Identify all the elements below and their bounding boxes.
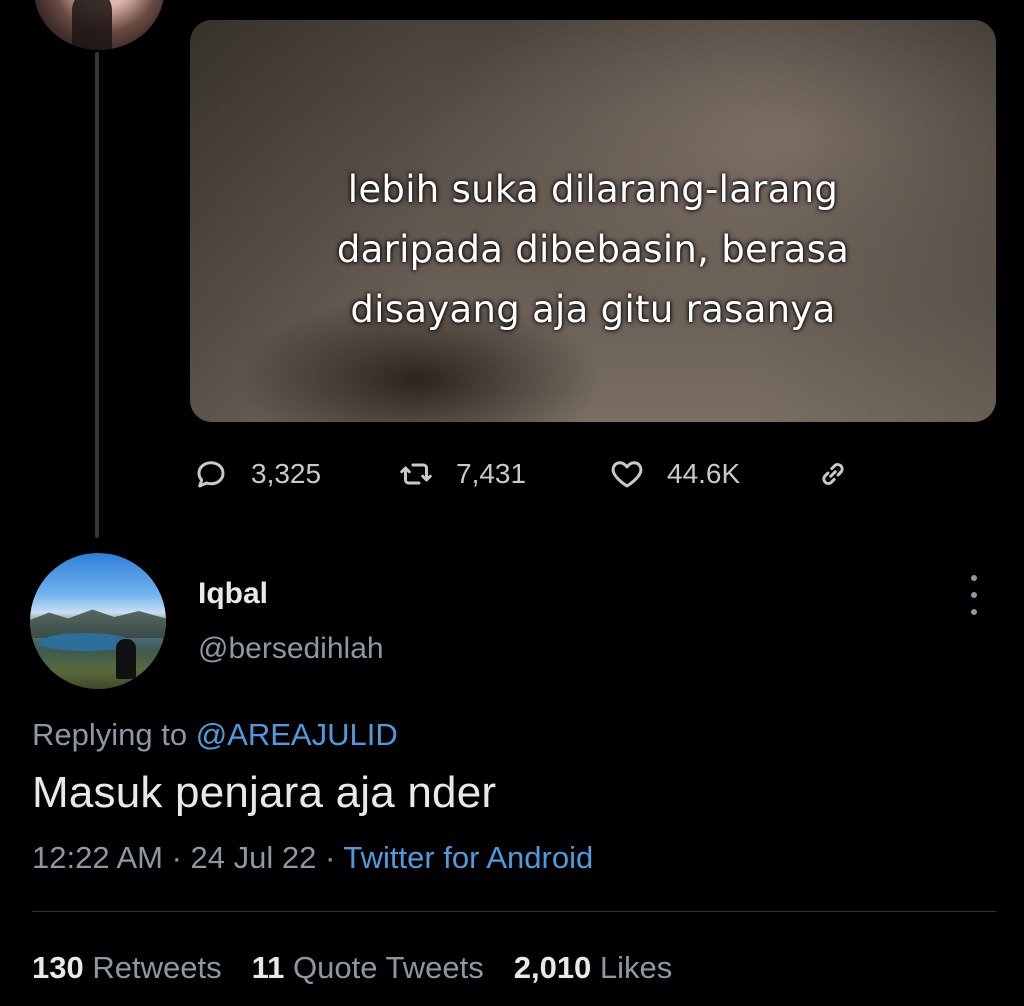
tweet-thread: lebih suka dilarang-larang daripada dibe… bbox=[0, 0, 1024, 1006]
retweets-label: Retweets bbox=[92, 950, 222, 985]
replying-to: Replying to @AREAJULID bbox=[32, 717, 398, 753]
likes-count: 2,010 bbox=[513, 950, 592, 985]
tweet-stats: 130 Retweets 11 Quote Tweets 2,010 Likes bbox=[32, 950, 702, 986]
replying-to-mention[interactable]: @AREAJULID bbox=[196, 717, 398, 752]
more-dot bbox=[971, 592, 977, 598]
retweets-count: 130 bbox=[32, 950, 84, 985]
more-dot bbox=[971, 575, 977, 581]
like-count: 44.6K bbox=[667, 458, 741, 489]
reply-icon bbox=[197, 461, 225, 488]
meta-separator: · bbox=[162, 840, 191, 875]
quotes-count: 11 bbox=[251, 950, 285, 985]
likes-stat[interactable]: 2,010 Likes bbox=[514, 950, 673, 985]
meta-separator: · bbox=[316, 840, 344, 875]
tweet-action-bar: 3,325 7,431 44.6K bbox=[193, 452, 893, 496]
reply-tweet-text: Masuk penjara aja nder bbox=[32, 768, 497, 817]
replying-prefix: Replying to bbox=[32, 717, 196, 752]
media-caption-line: disayang aja gitu rasanya bbox=[350, 288, 836, 331]
reply-author-name[interactable]: Iqbal bbox=[198, 577, 268, 611]
likes-label: Likes bbox=[599, 950, 673, 985]
thread-connector-line bbox=[95, 52, 99, 538]
media-caption: lebih suka dilarang-larang daripada dibe… bbox=[190, 160, 996, 340]
tweet-time[interactable]: 12:22 AM bbox=[32, 840, 163, 875]
retweet-icon bbox=[400, 463, 432, 485]
heart-icon bbox=[611, 461, 643, 488]
retweet-button[interactable]: 7,431 bbox=[398, 452, 526, 496]
like-button[interactable]: 44.6K bbox=[609, 452, 740, 496]
retweets-stat[interactable]: 130 Retweets bbox=[32, 950, 222, 985]
reply-author-avatar[interactable] bbox=[30, 553, 166, 689]
media-caption-line: lebih suka dilarang-larang bbox=[347, 168, 839, 211]
tweet-metadata: 12:22 AM · 24 Jul 22 · Twitter for Andro… bbox=[32, 840, 593, 876]
share-link-icon bbox=[822, 463, 844, 485]
more-options-icon[interactable] bbox=[962, 575, 986, 615]
share-button[interactable] bbox=[815, 452, 851, 496]
tweet-source[interactable]: Twitter for Android bbox=[343, 840, 593, 875]
reply-button[interactable]: 3,325 bbox=[193, 452, 321, 496]
more-dot bbox=[971, 609, 977, 615]
quote-tweets-stat[interactable]: 11 Quote Tweets bbox=[252, 950, 484, 985]
media-caption-line: daripada dibebasin, berasa bbox=[336, 228, 850, 271]
tweet-date[interactable]: 24 Jul 22 bbox=[191, 840, 317, 875]
avatar-person bbox=[116, 639, 136, 679]
reply-count: 3,325 bbox=[251, 458, 322, 489]
divider bbox=[32, 911, 996, 912]
reply-author-handle[interactable]: @bersedihlah bbox=[198, 632, 384, 666]
retweet-count: 7,431 bbox=[456, 458, 527, 489]
tweet-media-image[interactable]: lebih suka dilarang-larang daripada dibe… bbox=[190, 20, 996, 422]
original-author-avatar[interactable] bbox=[34, 0, 164, 50]
quotes-label: Quote Tweets bbox=[293, 950, 484, 985]
